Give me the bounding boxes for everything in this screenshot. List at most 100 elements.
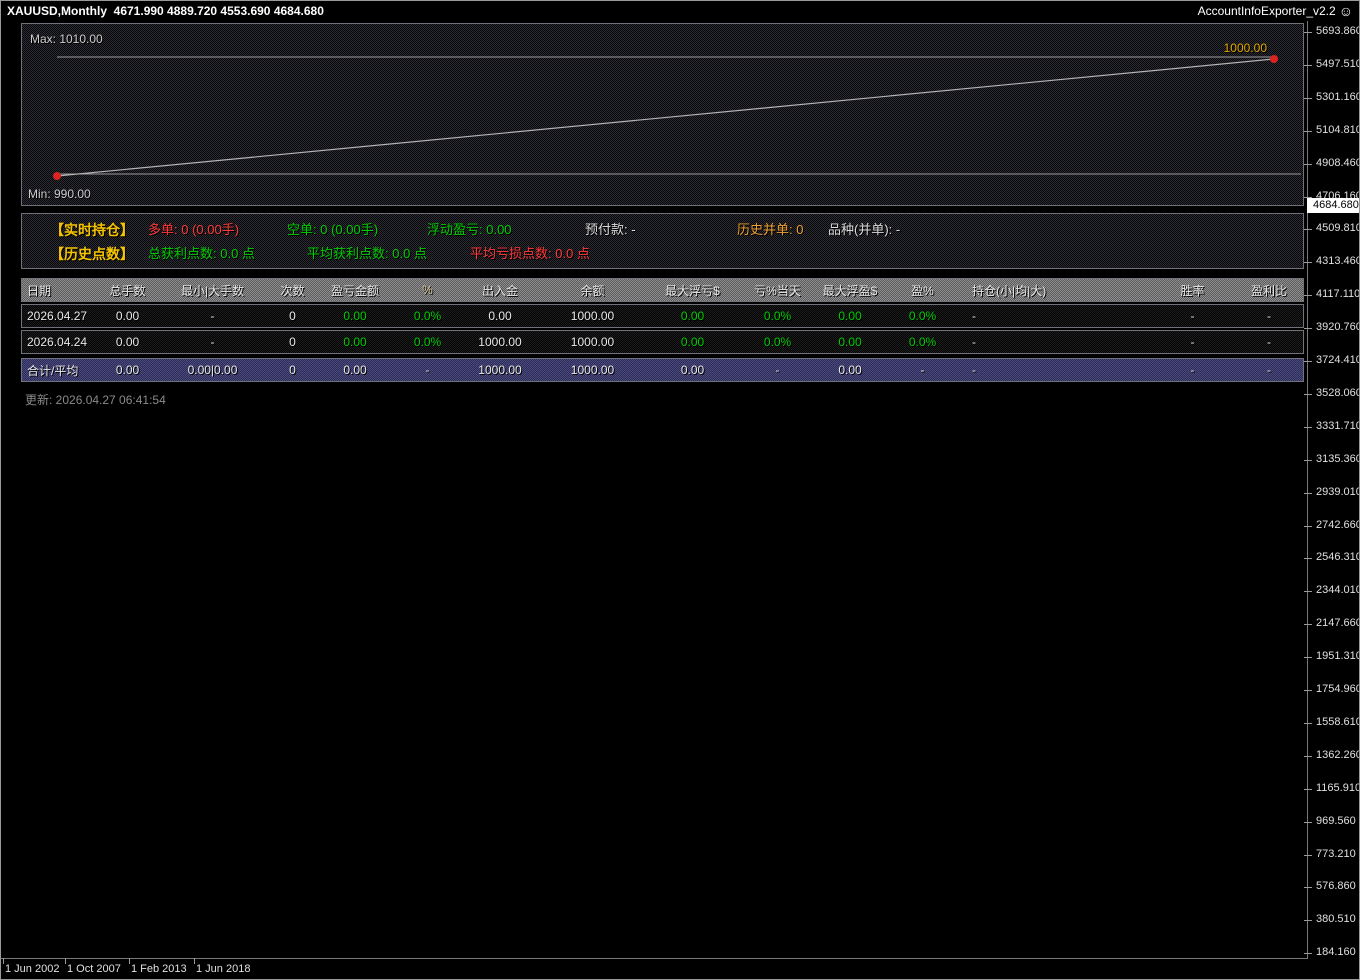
table-cell: - [1150,335,1235,349]
table-header-cell: 日期 [22,282,100,299]
end-dot [1270,55,1278,63]
table-header-cell: % [395,283,460,297]
price-tick [1304,361,1312,362]
price-tick-label: 969.560 [1316,815,1356,828]
summary-cell: 1000.00 [540,363,645,377]
table-cell: 0.0% [740,335,815,349]
price-tick-label: 1165.910 [1316,782,1360,795]
summary-cell: 0 [270,363,315,377]
price-tick-label: 5301.160 [1316,91,1360,104]
table-cell: 0 [270,309,315,323]
price-tick [1304,526,1312,527]
table-cell: 2026.04.27 [22,309,100,323]
price-tick-label: 4908.460 [1316,157,1360,170]
table-cell: 0.0% [395,335,460,349]
smiley-icon[interactable]: ☺ [1339,4,1353,18]
price-tick-label: 5104.810 [1316,124,1360,137]
price-tick-label: 2546.310 [1316,551,1360,564]
table-row: 2026.04.270.00-00.000.0%0.001000.000.000… [21,304,1304,328]
price-tick [1304,460,1312,461]
summary-cell: 0.00|0.00 [155,363,270,377]
table-cell: 0.00 [815,335,885,349]
table-cell: - [960,335,1150,349]
price-tick [1304,32,1312,33]
summary-cell: 0.00 [815,363,885,377]
info-item: 历史并单: 0 [737,222,803,238]
balance-chart-panel[interactable]: Max: 1010.00 Min: 990.00 1000.00 [21,23,1304,206]
price-tick-label: 380.510 [1316,913,1356,926]
table-header-cell: 最大浮盈$ [815,282,885,299]
info-item: 空单: 0 (0.00手) [287,222,378,238]
table-header-cell: 盈利比 [1235,282,1303,299]
summary-cell: 0.00 [100,363,155,377]
price-tick-label: 773.210 [1316,848,1356,861]
table-cell: 0.0% [740,309,815,323]
table-cell: 1000.00 [540,309,645,323]
table-cell: - [1150,309,1235,323]
table-cell: 2026.04.24 [22,335,100,349]
table-header-cell: 总手数 [100,282,155,299]
price-tick [1304,953,1312,954]
price-tick-label: 3528.060 [1316,387,1360,400]
table-cell: 0.00 [645,335,740,349]
price-tick-label: 576.860 [1316,880,1356,893]
price-tick-label: 4313.460 [1316,255,1360,268]
price-tick-label: 2344.010 [1316,584,1360,597]
table-cell: 0.00 [815,309,885,323]
price-tick-label: 3331.710 [1316,420,1360,433]
table-cell: 1000.00 [460,335,540,349]
time-axis-line [1,958,1308,959]
time-tick-label: 1 Jun 2018 [196,963,250,975]
price-tick [1304,394,1312,395]
price-tick-label: 2742.660 [1316,519,1360,532]
ea-name-text: AccountInfoExporter_v2.2 [1198,4,1336,18]
price-tick [1304,493,1312,494]
price-tick-label: 5693.860 [1316,25,1360,38]
table-header-cell: 出入金 [460,282,540,299]
price-tick-label: 3920.760 [1316,321,1360,334]
price-tick [1304,789,1312,790]
mt4-window: XAUUSD,Monthly 4671.990 4889.720 4553.69… [0,0,1360,980]
time-tick-label: 1 Oct 2007 [67,963,121,975]
info-item: 平均亏损点数: 0.0 点 [470,246,590,262]
table-cell: 0 [270,335,315,349]
price-tick-label: 1558.610 [1316,716,1360,729]
table-header-cell: 持仓(小|均|大) [960,282,1150,299]
time-tick [129,958,130,964]
table-cell: 0.00 [100,335,155,349]
price-tick [1304,756,1312,757]
table-header-cell: 次数 [270,282,315,299]
info-item: 预付款: - [585,222,636,238]
price-tick [1304,295,1312,296]
info-item: 【历史点数】 [50,246,134,262]
table-cell: 0.00 [100,309,155,323]
table-header-cell: 最大浮亏$ [645,282,740,299]
table-header-cell: 最小|大手数 [155,282,270,299]
info-item: 浮动盈亏: 0.00 [427,222,512,238]
balance-chart-canvas [22,24,1303,205]
price-tick-label: 4117.110 [1316,288,1360,301]
price-tick [1304,164,1312,165]
balance-line [57,59,1274,176]
price-tick [1304,131,1312,132]
info-item: 【实时持仓】 [50,222,134,238]
price-tick-label: 1951.310 [1316,650,1360,663]
table-cell: - [1235,309,1303,323]
price-tick [1304,427,1312,428]
price-tick [1304,262,1312,263]
price-tick [1304,591,1312,592]
table-header-cell: 胜率 [1150,282,1235,299]
table-cell: - [1235,335,1303,349]
table-cell: 1000.00 [540,335,645,349]
time-tick-label: 1 Jun 2002 [5,963,59,975]
current-price-box: 4684.680 [1307,198,1359,213]
summary-cell: - [1150,363,1235,377]
price-tick [1304,887,1312,888]
price-tick-label: 3724.410 [1316,354,1360,367]
price-tick-label: 4509.810 [1316,222,1360,235]
price-tick [1304,229,1312,230]
account-info-panel: 【实时持仓】多单: 0 (0.00手)空单: 0 (0.00手)浮动盈亏: 0.… [21,213,1304,269]
price-tick-label: 2147.660 [1316,617,1360,630]
table-cell: 0.00 [460,309,540,323]
history-points-row: 【历史点数】总获利点数: 0.0 点平均获利点数: 0.0 点平均亏损点数: 0… [22,246,1303,262]
